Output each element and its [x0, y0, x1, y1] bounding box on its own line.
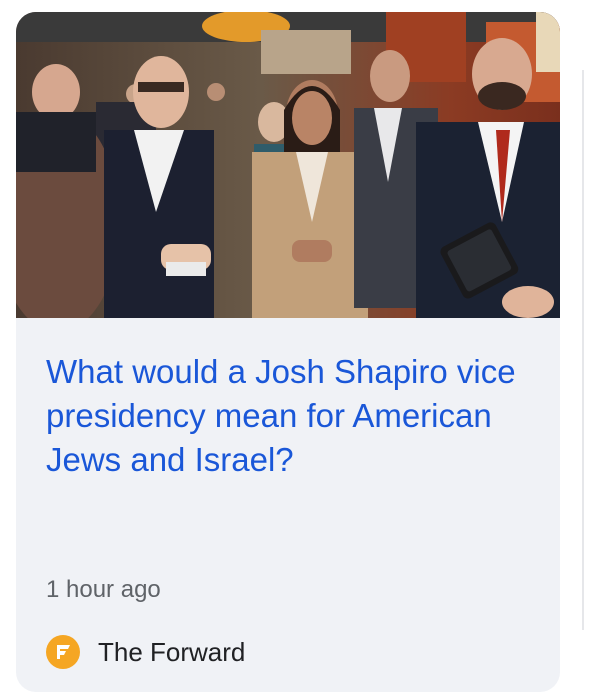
- adjacent-card-edge: [582, 70, 584, 630]
- article-source[interactable]: The Forward: [46, 634, 245, 670]
- article-photo[interactable]: [16, 12, 560, 318]
- forward-f-logo-icon: [46, 635, 80, 669]
- article-timestamp: 1 hour ago: [46, 576, 161, 603]
- news-card[interactable]: What would a Josh Shapiro vice presidenc…: [16, 12, 560, 692]
- article-headline[interactable]: What would a Josh Shapiro vice presidenc…: [46, 350, 526, 482]
- source-name: The Forward: [98, 637, 246, 667]
